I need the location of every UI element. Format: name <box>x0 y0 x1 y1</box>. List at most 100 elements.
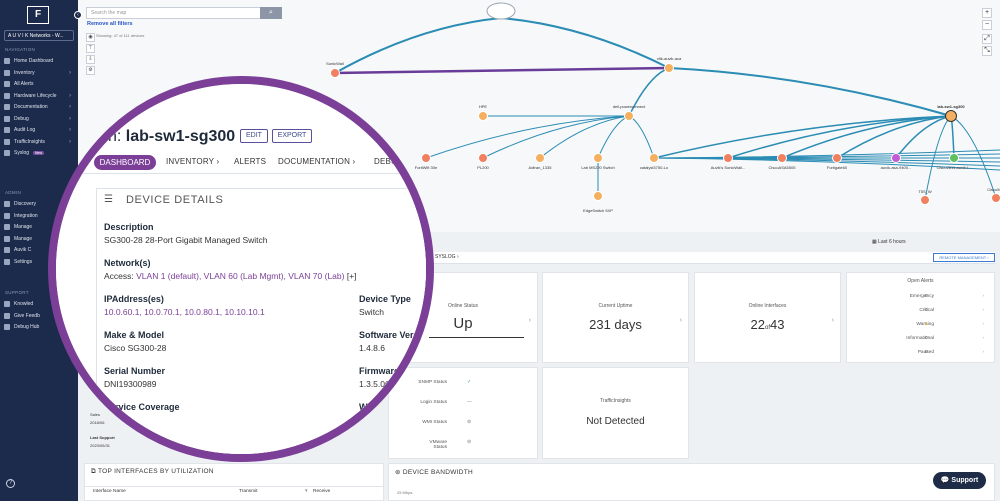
device-node-icon[interactable] <box>624 111 634 121</box>
map-node[interactable]: Lab MS220 Switch <box>581 153 615 171</box>
card-title: TrafficInsights <box>600 398 631 404</box>
col-receive[interactable]: Receive <box>313 489 330 494</box>
chevron-right-icon[interactable]: › <box>680 317 682 324</box>
tab-dashboard[interactable]: DASHBOARD <box>94 155 156 170</box>
fit-view-icon[interactable]: ⤢ <box>982 34 992 44</box>
tab-inventory[interactable]: INVENTORY › <box>166 157 219 166</box>
map-link[interactable] <box>482 115 630 159</box>
zoom-in-icon[interactable]: + <box>982 8 992 18</box>
bandwidth-scale: 25 Mbps <box>397 490 413 495</box>
map-node[interactable]: Auvik's SonicWall... <box>711 153 746 171</box>
ip-values[interactable]: 10.0.60.1, 10.0.70.1, 10.0.80.1, 10.10.1… <box>104 307 265 317</box>
device-node-icon[interactable] <box>777 153 787 163</box>
chevron-right-icon: › <box>982 336 984 341</box>
nav-section-label: NAVIGATION <box>5 47 36 52</box>
traffic-insights-value: Not Detected <box>586 416 645 427</box>
device-node-icon[interactable] <box>723 153 733 163</box>
sidebar-item-label: Settings <box>14 258 33 265</box>
nav-icon <box>4 201 10 207</box>
nav-icon <box>4 58 10 64</box>
remote-management-button[interactable]: REMOTE MANAGEMENT › <box>933 253 995 262</box>
networks-more[interactable]: [+] <box>347 271 357 281</box>
device-node-icon[interactable] <box>593 191 603 201</box>
nav-icon <box>4 81 10 87</box>
map-link[interactable] <box>334 66 670 75</box>
device-node-icon[interactable] <box>664 63 674 73</box>
chevron-right-icon[interactable]: › <box>832 317 834 324</box>
device-node-icon[interactable] <box>949 153 959 163</box>
search-icon[interactable]: ⌕ <box>260 7 282 19</box>
map-link[interactable] <box>500 17 670 69</box>
fullscreen-icon[interactable]: ⤡ <box>982 46 992 56</box>
support-button[interactable]: 💬 Support <box>933 472 986 489</box>
uptime-card[interactable]: Current Uptime 231 days › <box>542 272 689 363</box>
map-link[interactable] <box>334 17 502 74</box>
serial-value: DNI19300989 <box>104 379 157 389</box>
layers-icon[interactable]: ◉ <box>86 33 95 42</box>
edit-button[interactable]: EDIT <box>240 129 268 143</box>
map-node[interactable]: Adtran_1335 <box>529 153 553 171</box>
sidebar-item-label: Manage <box>14 235 33 242</box>
map-link[interactable] <box>628 115 655 159</box>
sort-icon[interactable]: ▾ <box>305 489 307 494</box>
tab-alerts[interactable]: ALERTS <box>234 157 266 166</box>
tab-syslog[interactable]: SYSLOG › <box>435 254 459 260</box>
device-node-icon[interactable] <box>832 153 842 163</box>
device-node-icon[interactable] <box>330 68 340 78</box>
filter-icon[interactable]: ⊤ <box>86 44 95 53</box>
map-link[interactable] <box>425 115 630 159</box>
time-range-selector[interactable]: ▦ Last 6 hours <box>872 239 906 245</box>
device-node-icon[interactable] <box>991 193 1000 203</box>
col-interface-name[interactable]: Interface Name <box>93 489 126 494</box>
export-button[interactable]: EXPORT <box>272 129 312 143</box>
map-node[interactable]: Cisco5G3 <box>987 187 1000 203</box>
interfaces-online: 22 <box>750 317 765 332</box>
sidebar-item-nav-0[interactable]: Home Dashboard <box>4 56 74 66</box>
gear-icon[interactable]: ⚙ <box>86 66 95 75</box>
device-node-icon[interactable] <box>891 153 901 163</box>
description-value: SG300-28 28-Port Gigabit Managed Switch <box>104 235 268 245</box>
zoom-out-icon[interactable]: − <box>982 20 992 30</box>
sidebar-item-nav-1[interactable]: Inventory › <box>4 68 74 78</box>
device-node-icon[interactable] <box>478 153 488 163</box>
nav-icon <box>4 235 10 242</box>
map-link[interactable] <box>653 153 1000 159</box>
open-alerts-card[interactable]: Open Alerts Emergency 0 › Critical 0 › Warning… <box>846 272 995 363</box>
remove-filters-link[interactable]: Remove all filters <box>87 21 133 27</box>
app-root: F A U V I K Networks - W... NAVIGATION H… <box>0 0 1000 501</box>
map-node-label: CiscoASA5505 <box>769 165 797 170</box>
chevron-right-icon[interactable]: › <box>529 317 531 324</box>
tenant-selector[interactable]: A U V I K Networks - W... <box>4 30 74 41</box>
brand-logo[interactable]: F <box>27 6 49 24</box>
map-node[interactable]: T5S_W <box>918 189 932 205</box>
description-label: Description <box>104 222 154 232</box>
device-node-icon[interactable] <box>593 153 603 163</box>
tab-debug[interactable]: DEBU <box>374 157 397 166</box>
new-badge: New <box>33 151 45 155</box>
map-node[interactable]: EdgeSwitch 5XP <box>583 191 613 214</box>
map-node[interactable]: HPE <box>478 104 488 121</box>
networks-links[interactable]: VLAN 1 (default), VLAN 60 (Lab Mgmt), VL… <box>136 271 344 281</box>
map-link[interactable] <box>668 67 952 117</box>
device-node-icon[interactable] <box>649 153 659 163</box>
col-transmit[interactable]: Transmit <box>239 489 257 494</box>
device-node-icon[interactable] <box>945 110 957 122</box>
map-node-label: Fortigate60 <box>827 165 848 170</box>
traffic-insights-card[interactable]: TrafficInsights Not Detected <box>542 367 689 459</box>
status-icon: — <box>467 400 472 405</box>
make-value: Cisco SG300-28 <box>104 343 167 353</box>
alert-count: 0 <box>925 350 928 355</box>
tab-documentation[interactable]: DOCUMENTATION › <box>278 157 355 166</box>
device-name: lab-sw1-sg300 <box>125 128 236 145</box>
download-icon[interactable]: ⇩ <box>86 55 95 64</box>
help-icon[interactable]: ? <box>6 479 15 488</box>
device-node-icon[interactable] <box>535 153 545 163</box>
device-node-icon[interactable] <box>920 195 930 205</box>
map-search-input[interactable]: Search the map <box>86 7 282 19</box>
sidebar-toggle-icon[interactable]: ‹ <box>74 11 82 19</box>
sidebar-item-label: Discovery <box>14 201 36 207</box>
device-type-value: Switch <box>359 307 385 317</box>
device-node-icon[interactable] <box>478 111 488 121</box>
chevron-right-icon: › <box>982 350 984 355</box>
interfaces-card[interactable]: Online Interfaces 22of43 › <box>694 272 841 363</box>
